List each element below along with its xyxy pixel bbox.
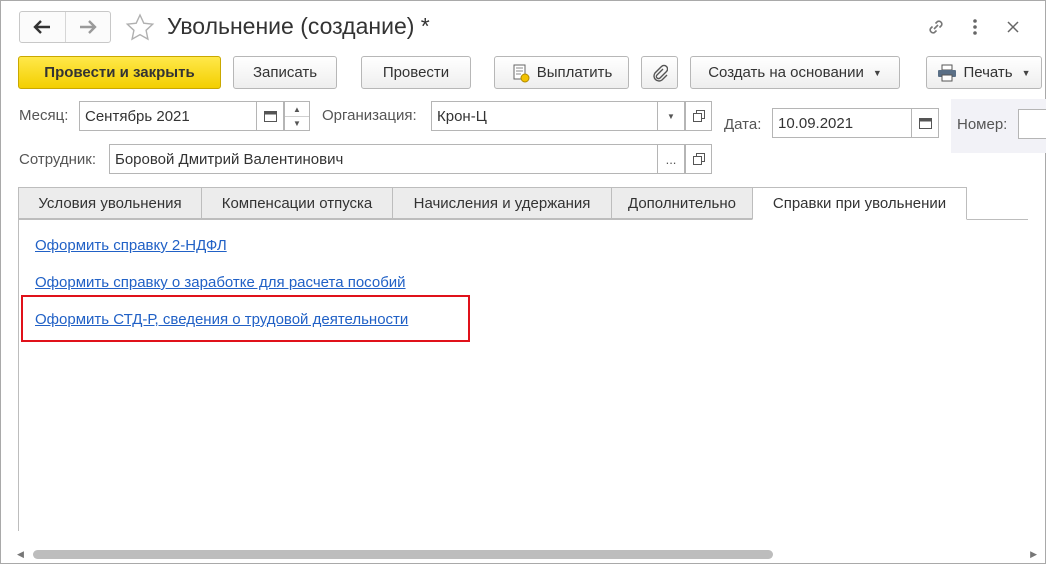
date-label: Дата: — [724, 116, 762, 133]
pay-button-label: Выплатить — [536, 64, 613, 81]
post-button[interactable]: Провести — [361, 56, 471, 89]
scrollbar-thumb[interactable] — [33, 550, 773, 559]
dropdown-caret-icon: ▼ — [667, 111, 675, 121]
post-and-close-button[interactable]: Провести и закрыть — [18, 56, 221, 89]
number-field[interactable] — [1018, 109, 1046, 139]
link-button[interactable] — [924, 15, 948, 39]
more-icon — [973, 19, 977, 35]
tab-dismissal-certificates[interactable]: Справки при увольнении — [752, 187, 967, 220]
tab-panel-border — [18, 219, 19, 531]
scroll-right-icon[interactable]: ▶ — [1030, 549, 1037, 560]
calendar-icon — [263, 111, 277, 122]
calendar-icon — [918, 118, 932, 129]
month-field[interactable]: Сентябрь 2021 — [79, 101, 257, 131]
more-button[interactable] — [963, 15, 987, 39]
back-button[interactable] — [20, 12, 65, 42]
highlight-box — [21, 295, 470, 342]
print-button-label: Печать — [963, 64, 1013, 81]
employee-field[interactable]: Боровой Дмитрий Валентинович — [109, 144, 658, 174]
link-certificate-2ndfl[interactable]: Оформить справку 2-НДФЛ — [35, 237, 227, 254]
document-window: Увольнение (создание) * Провести и закры… — [0, 0, 1046, 564]
employee-open-button[interactable] — [685, 144, 712, 174]
number-area: Номер: — [951, 99, 1046, 153]
open-window-icon — [692, 153, 705, 165]
tab-additional[interactable]: Дополнительно — [611, 187, 752, 219]
star-icon — [125, 13, 155, 41]
create-based-on-button[interactable]: Создать на основании ▼ — [690, 56, 900, 89]
page-title: Увольнение (создание) * — [167, 13, 430, 39]
date-calendar-button[interactable] — [911, 108, 939, 138]
organization-open-button[interactable] — [685, 101, 712, 131]
open-window-icon — [692, 110, 705, 122]
favorite-button[interactable] — [125, 13, 155, 43]
tab-accruals-deductions[interactable]: Начисления и удержания — [392, 187, 611, 219]
spin-down-icon[interactable]: ▼ — [285, 116, 309, 130]
save-button[interactable]: Записать — [233, 56, 337, 89]
number-label: Номер: — [957, 116, 1008, 133]
create-based-on-label: Создать на основании — [708, 64, 864, 81]
employee-label: Сотрудник: — [19, 151, 97, 168]
forward-arrow-icon — [79, 20, 97, 34]
organization-label: Организация: — [322, 107, 417, 124]
print-button[interactable]: Печать ▼ — [926, 56, 1042, 89]
month-label: Месяц: — [19, 107, 69, 124]
tab-vacation-compensation[interactable]: Компенсации отпуска — [201, 187, 392, 219]
pay-document-icon — [513, 64, 530, 82]
forward-button[interactable] — [64, 12, 111, 42]
dropdown-caret-icon: ▼ — [1021, 67, 1031, 78]
close-button[interactable] — [1001, 15, 1025, 39]
horizontal-scrollbar[interactable]: ◀ ▶ — [15, 547, 1039, 561]
date-field[interactable]: 10.09.2021 — [772, 108, 912, 138]
back-arrow-icon — [33, 20, 51, 34]
scroll-left-icon[interactable]: ◀ — [17, 549, 24, 560]
month-calendar-button[interactable] — [256, 101, 284, 131]
close-icon — [1007, 21, 1019, 33]
dropdown-caret-icon: ▼ — [872, 67, 882, 78]
organization-dropdown-button[interactable]: ▼ — [657, 101, 685, 131]
tab-dismissal-conditions[interactable]: Условия увольнения — [18, 187, 201, 219]
link-icon — [929, 20, 943, 34]
employee-select-button[interactable]: ... — [657, 144, 685, 174]
month-spinner[interactable]: ▲ ▼ — [284, 101, 310, 131]
navigation-group — [19, 11, 111, 43]
printer-icon — [938, 64, 957, 81]
pay-button[interactable]: Выплатить — [494, 56, 629, 89]
link-earnings-certificate[interactable]: Оформить справку о заработке для расчета… — [35, 274, 406, 291]
paperclip-icon — [652, 64, 668, 82]
spin-up-icon[interactable]: ▲ — [285, 102, 309, 116]
organization-field[interactable]: Крон-Ц — [431, 101, 658, 131]
attach-button[interactable] — [641, 56, 678, 89]
